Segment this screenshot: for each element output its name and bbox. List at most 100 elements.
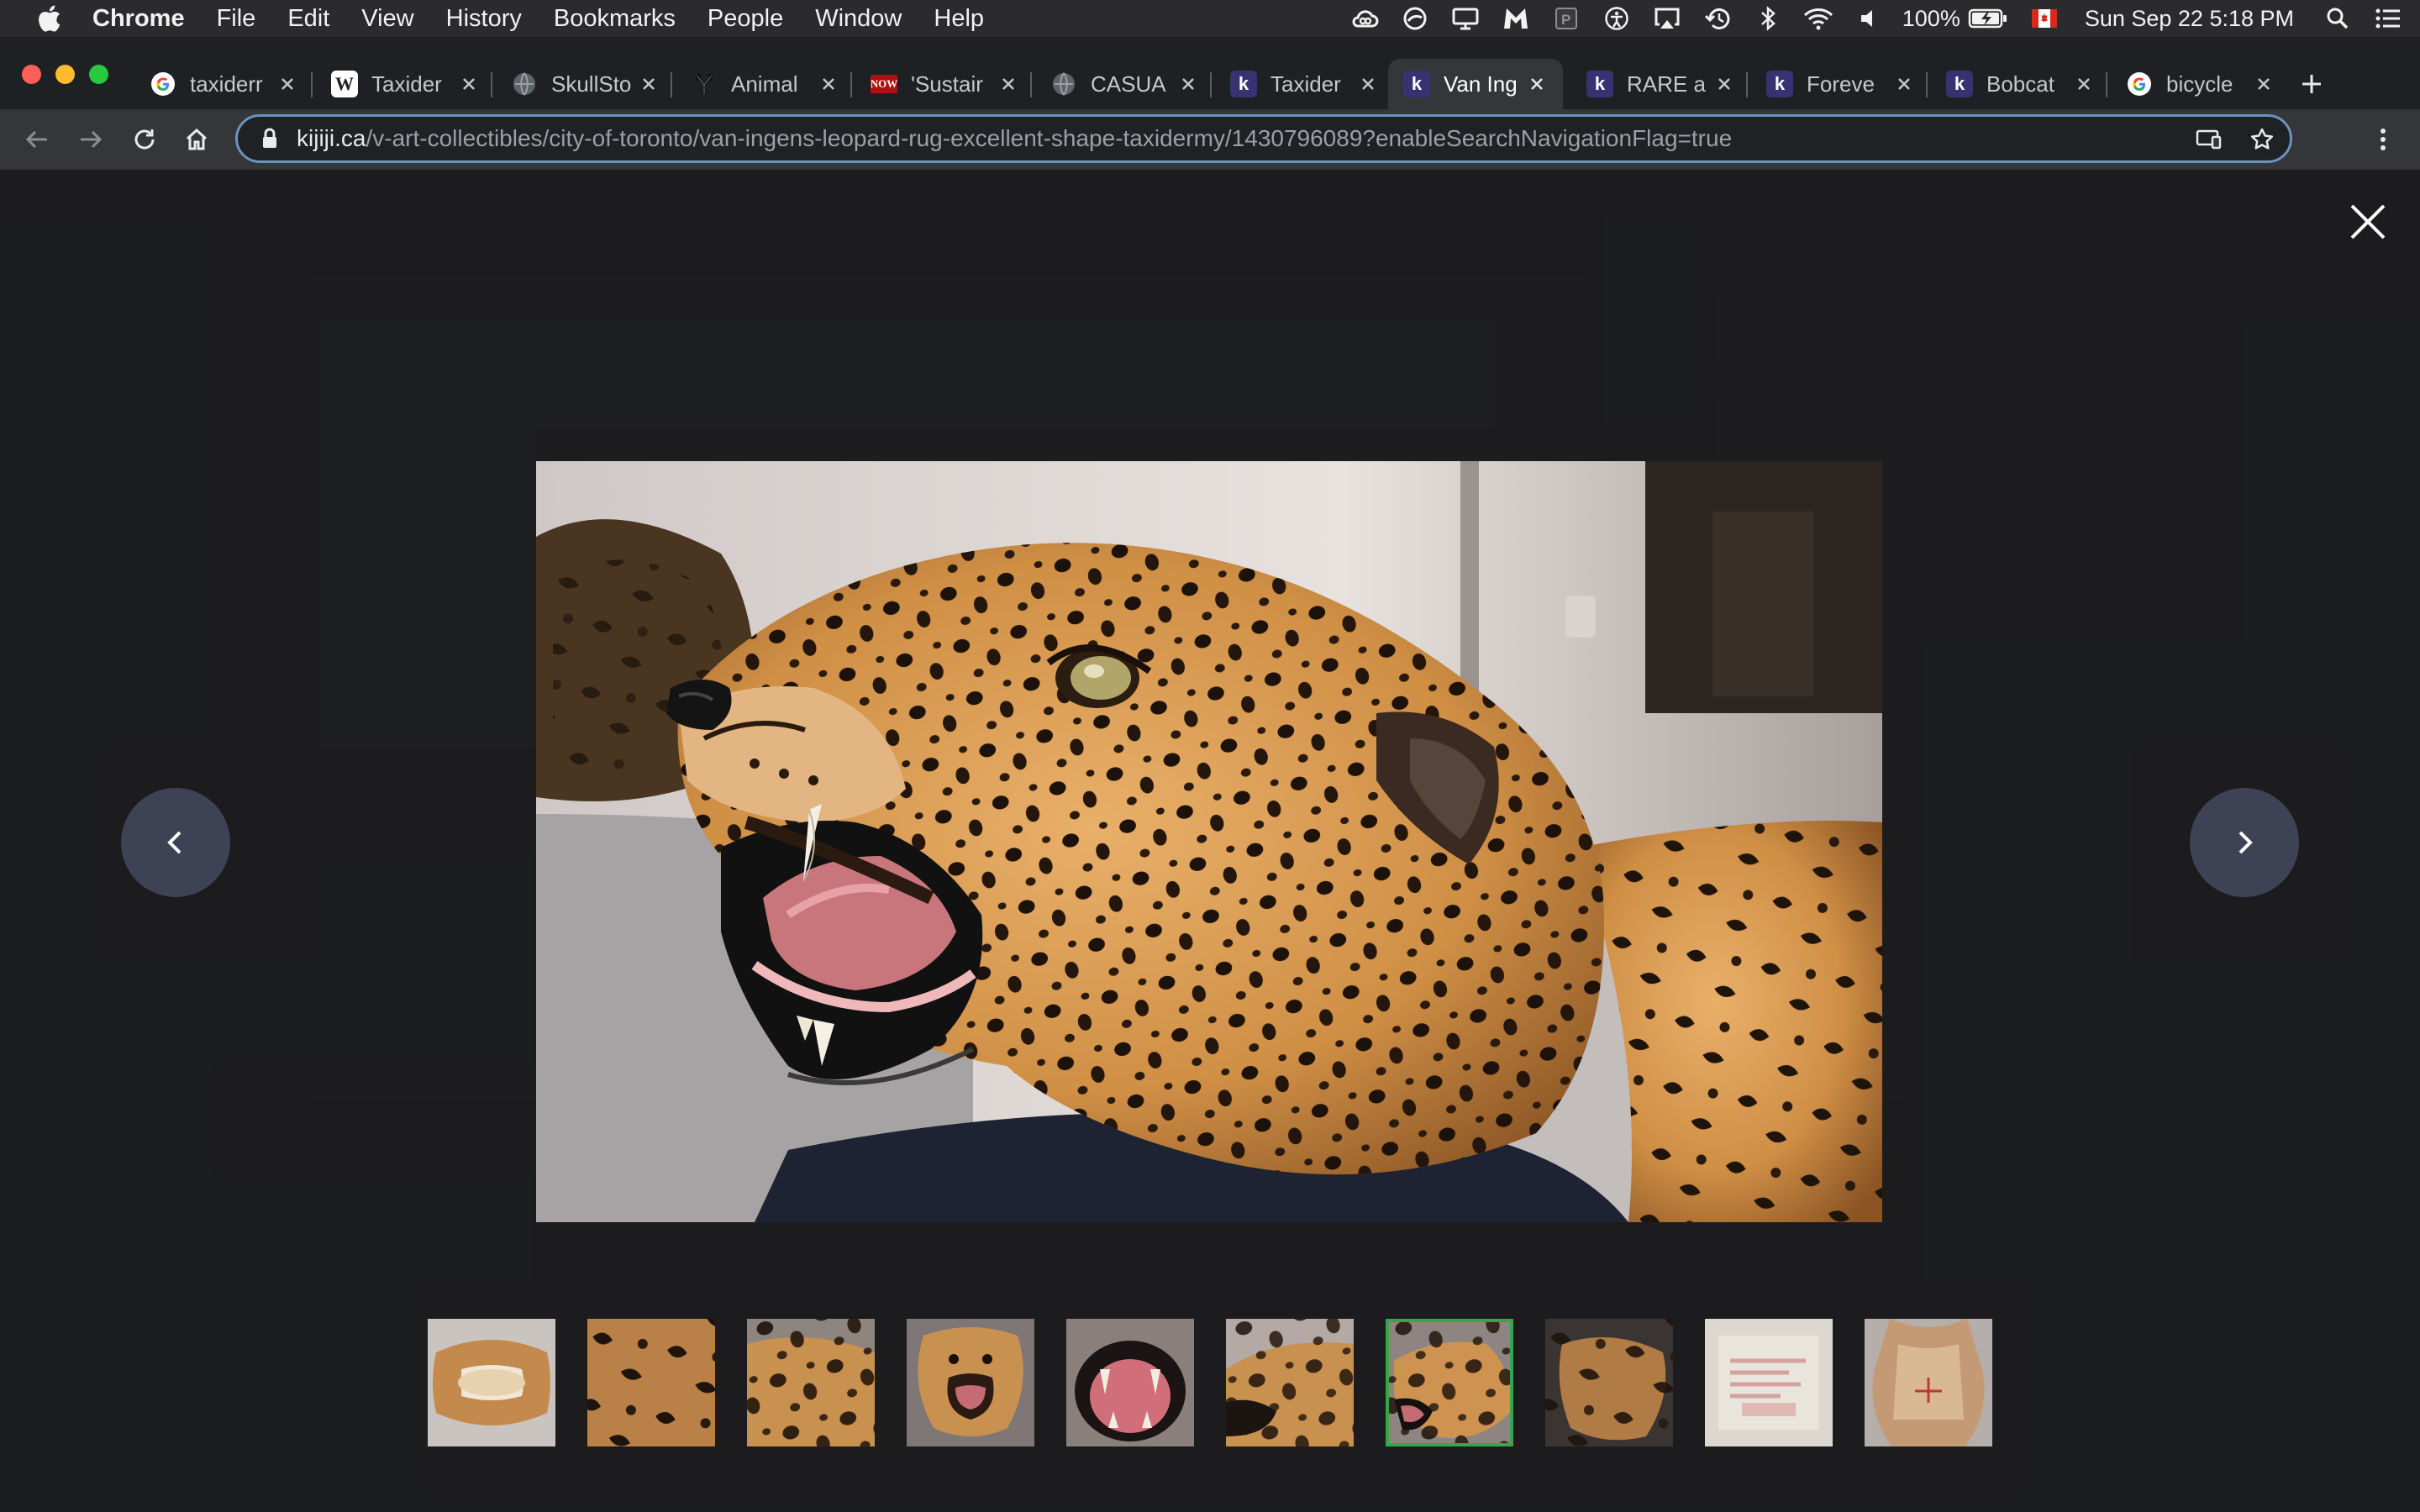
browser-tab[interactable]: k Foreve bbox=[1751, 59, 1931, 109]
gallery-thumbnail[interactable] bbox=[907, 1319, 1034, 1446]
gallery-thumbnail[interactable] bbox=[1705, 1319, 1833, 1446]
browser-tab[interactable]: taxiderr bbox=[134, 59, 314, 109]
browser-tab[interactable]: CASUA bbox=[1035, 59, 1215, 109]
tab-close-icon[interactable] bbox=[1525, 72, 1548, 96]
chevron-right-icon bbox=[2238, 831, 2253, 854]
previous-image-button[interactable] bbox=[121, 788, 230, 897]
browser-tab[interactable]: k Bobcat bbox=[1931, 59, 2111, 109]
malwarebytes-icon[interactable] bbox=[1501, 5, 1531, 32]
browser-tab-active[interactable]: k Van Ing bbox=[1388, 59, 1563, 109]
menu-bar-clock[interactable]: Sun Sep 22 5:18 PM bbox=[2085, 6, 2294, 32]
address-bar[interactable]: kijiji.ca/v-art-collectibles/city-of-tor… bbox=[235, 114, 2292, 163]
menu-history[interactable]: History bbox=[446, 5, 522, 33]
airplay-icon[interactable] bbox=[1652, 5, 1682, 32]
browser-tab[interactable]: W Taxider bbox=[316, 59, 496, 109]
volume-icon[interactable] bbox=[1854, 5, 1884, 32]
window-close-button[interactable] bbox=[22, 65, 41, 84]
menu-help[interactable]: Help bbox=[934, 5, 984, 33]
tab-divider bbox=[671, 72, 672, 97]
tab-title: CASUA bbox=[1091, 71, 1166, 97]
cast-icon[interactable] bbox=[2192, 123, 2224, 155]
url-path: /v-art-collectibles/city-of-toronto/van-… bbox=[366, 125, 1733, 151]
new-tab-plus-icon[interactable] bbox=[2292, 65, 2331, 103]
gallery-thumbnail[interactable] bbox=[747, 1319, 875, 1446]
menu-bookmarks[interactable]: Bookmarks bbox=[554, 5, 676, 33]
lightbox-close-icon[interactable] bbox=[2344, 198, 2391, 245]
browser-tab-strip: taxiderr W Taxider SkullSto Animal NOW '… bbox=[0, 37, 2420, 109]
home-icon[interactable] bbox=[178, 121, 215, 158]
parking-app-icon[interactable]: P bbox=[1551, 5, 1581, 32]
tab-close-icon[interactable] bbox=[457, 72, 481, 96]
page-viewport bbox=[0, 170, 2420, 1512]
kijiji-icon: k bbox=[1946, 71, 1973, 97]
accessibility-icon[interactable] bbox=[1602, 5, 1632, 32]
gallery-thumbnail[interactable] bbox=[1545, 1319, 1673, 1446]
tab-close-icon[interactable] bbox=[2252, 72, 2275, 96]
browser-tab[interactable]: k Taxider bbox=[1215, 59, 1395, 109]
wifi-icon[interactable] bbox=[1803, 5, 1833, 32]
browser-tab[interactable]: SkullSto bbox=[496, 59, 676, 109]
battery-charging-icon[interactable] bbox=[1967, 5, 2009, 32]
menu-window[interactable]: Window bbox=[815, 5, 902, 33]
browser-tab[interactable]: k RARE a bbox=[1571, 59, 1751, 109]
display-mirroring-icon[interactable] bbox=[1450, 5, 1481, 32]
canada-flag-icon[interactable] bbox=[2029, 5, 2060, 32]
tab-close-icon[interactable] bbox=[1356, 72, 1380, 96]
menu-edit[interactable]: Edit bbox=[287, 5, 329, 33]
globe-icon bbox=[1050, 71, 1077, 97]
tab-divider bbox=[491, 72, 492, 97]
notification-center-icon[interactable] bbox=[2373, 5, 2403, 32]
window-zoom-button[interactable] bbox=[89, 65, 108, 84]
tab-close-icon[interactable] bbox=[1176, 72, 1200, 96]
menu-app-name[interactable]: Chrome bbox=[92, 5, 185, 33]
bookmark-star-icon[interactable] bbox=[2246, 123, 2278, 155]
apple-menu-icon[interactable] bbox=[30, 0, 67, 37]
tab-title: Foreve bbox=[1807, 71, 1875, 97]
menu-file[interactable]: File bbox=[217, 5, 256, 33]
gallery-thumbnail[interactable] bbox=[1226, 1319, 1354, 1446]
address-bar-url: kijiji.ca/v-art-collectibles/city-of-tor… bbox=[297, 125, 1732, 152]
tab-title: 'Sustair bbox=[911, 71, 983, 97]
globe-icon bbox=[511, 71, 538, 97]
browser-tab[interactable]: bicycle bbox=[2111, 59, 2291, 109]
gallery-main-image[interactable] bbox=[536, 461, 1882, 1222]
kijiji-icon: k bbox=[1586, 71, 1613, 97]
time-machine-icon[interactable] bbox=[1702, 5, 1733, 32]
gallery-thumbnail[interactable] bbox=[428, 1319, 555, 1446]
tab-title: Bobcat bbox=[1986, 71, 2054, 97]
browser-tab[interactable]: Animal bbox=[676, 59, 855, 109]
tab-title: RARE a bbox=[1627, 71, 1706, 97]
tab-close-icon[interactable] bbox=[1712, 72, 1736, 96]
macos-menu-bar: Chrome File Edit View History Bookmarks … bbox=[0, 0, 2420, 37]
tab-close-icon[interactable] bbox=[817, 72, 840, 96]
tab-close-icon[interactable] bbox=[2072, 72, 2096, 96]
google-icon bbox=[2126, 71, 2153, 97]
reload-icon[interactable] bbox=[126, 121, 163, 158]
tab-close-icon[interactable] bbox=[1892, 72, 1916, 96]
chrome-menu-icon[interactable] bbox=[2365, 121, 2402, 158]
browser-tab[interactable]: NOW 'Sustair bbox=[855, 59, 1035, 109]
gallery-thumbnail[interactable] bbox=[587, 1319, 715, 1446]
gallery-thumbnail[interactable] bbox=[1066, 1319, 1194, 1446]
tab-close-icon[interactable] bbox=[637, 72, 660, 96]
gallery-thumbnail-active[interactable] bbox=[1386, 1319, 1513, 1446]
back-arrow-icon[interactable] bbox=[18, 121, 55, 158]
creative-cloud-icon[interactable] bbox=[1349, 5, 1380, 32]
thumbnail-strip bbox=[0, 1319, 2420, 1448]
tab-close-icon[interactable] bbox=[997, 72, 1020, 96]
menu-people[interactable]: People bbox=[708, 5, 783, 33]
sync-circle-icon[interactable] bbox=[1400, 5, 1430, 32]
chevron-left-icon bbox=[167, 831, 182, 854]
tab-close-icon[interactable] bbox=[276, 72, 299, 96]
menu-view[interactable]: View bbox=[361, 5, 413, 33]
bluetooth-icon[interactable] bbox=[1753, 5, 1783, 32]
tab-title: Van Ing bbox=[1444, 71, 1518, 97]
gallery-thumbnail[interactable] bbox=[1865, 1319, 1992, 1446]
lock-icon[interactable] bbox=[258, 125, 281, 152]
window-minimize-button[interactable] bbox=[55, 65, 75, 84]
next-image-button[interactable] bbox=[2190, 788, 2299, 897]
tab-title: bicycle bbox=[2166, 71, 2233, 97]
spotlight-search-icon[interactable] bbox=[2323, 5, 2353, 32]
forward-arrow-icon[interactable] bbox=[72, 121, 109, 158]
now-icon: NOW bbox=[871, 75, 897, 93]
